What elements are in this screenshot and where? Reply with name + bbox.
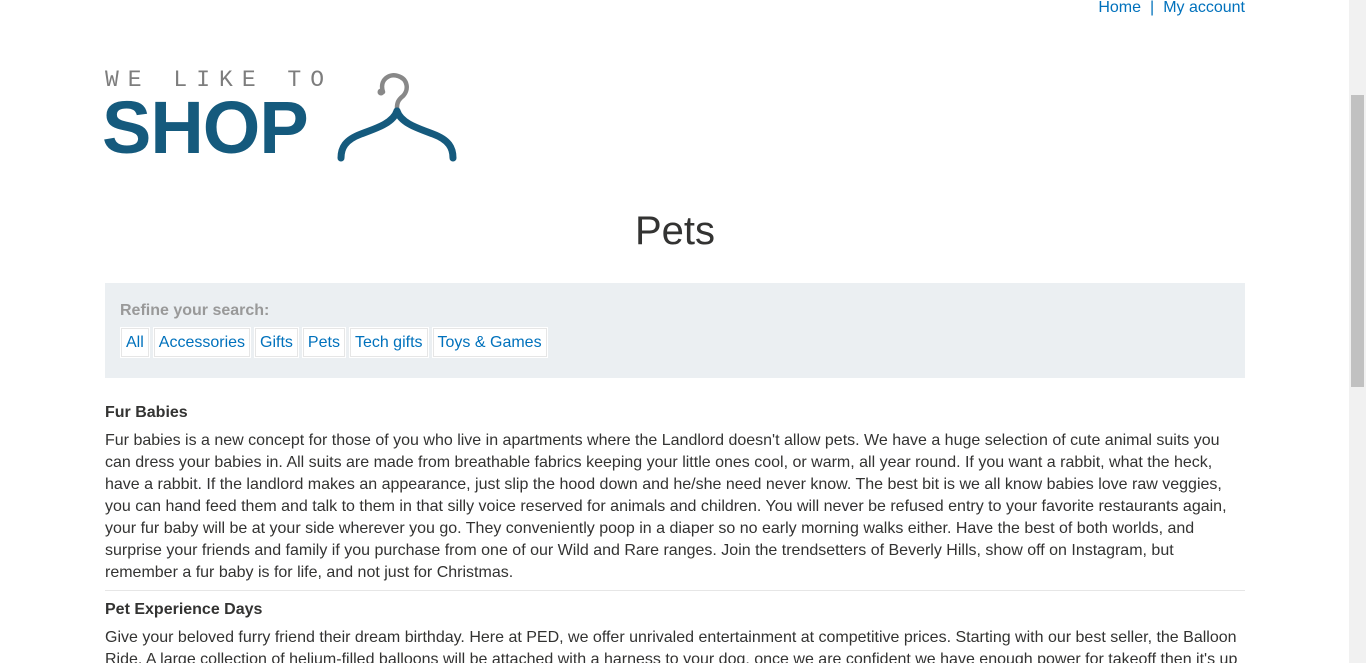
product-item: Pet Experience Days Give your beloved fu… xyxy=(105,597,1245,663)
filter-panel: Refine your search: All Accessories Gift… xyxy=(105,283,1245,378)
filter-pets[interactable]: Pets xyxy=(301,327,346,358)
filter-gifts[interactable]: Gifts xyxy=(254,327,299,358)
filter-list: All Accessories Gifts Pets Tech gifts To… xyxy=(120,327,548,358)
product-description: Give your beloved furry friend their dre… xyxy=(105,629,1238,663)
nav-separator: | xyxy=(1150,0,1155,16)
hanger-icon xyxy=(337,73,457,162)
product-title: Pet Experience Days xyxy=(105,601,263,618)
logo-wordmark: SHOP xyxy=(102,86,309,169)
filter-toys-games[interactable]: Toys & Games xyxy=(431,327,548,358)
page-title: Pets xyxy=(634,209,716,253)
product-item: Fur Babies Fur babies is a new concept f… xyxy=(105,400,1245,591)
filter-label: Refine your search: xyxy=(120,302,270,319)
product-description: Fur babies is a new concept for those of… xyxy=(105,432,1227,581)
filter-tech-gifts[interactable]: Tech gifts xyxy=(348,327,429,358)
site-logo[interactable]: WE LIKE TO SHOP xyxy=(102,66,465,169)
product-list: Fur Babies Fur babies is a new concept f… xyxy=(105,400,1245,663)
scrollbar-thumb[interactable] xyxy=(1351,95,1364,387)
vertical-scrollbar[interactable] xyxy=(1349,0,1366,663)
my-account-link[interactable]: My account xyxy=(1163,0,1245,16)
product-title: Fur Babies xyxy=(105,404,188,421)
top-nav: Home | My account xyxy=(1098,0,1245,18)
page: Home | My account WE LIKE TO SHOP Pets Ref… xyxy=(0,0,1349,663)
home-link[interactable]: Home xyxy=(1098,0,1141,16)
filter-all[interactable]: All xyxy=(120,327,150,358)
filter-accessories[interactable]: Accessories xyxy=(152,327,252,358)
